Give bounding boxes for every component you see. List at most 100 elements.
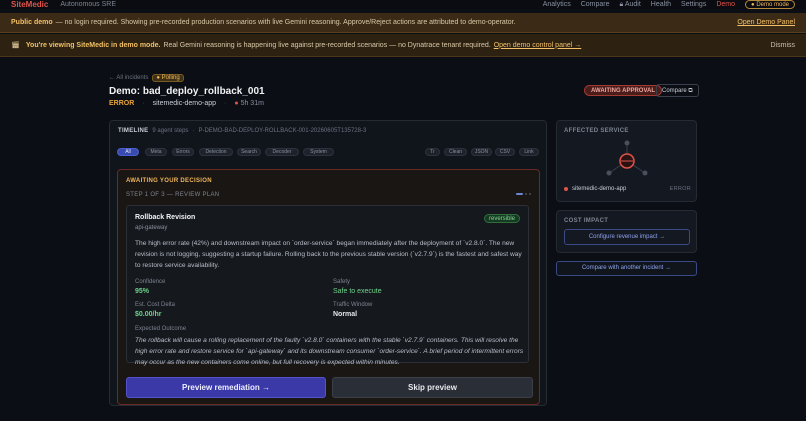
status-dot-icon xyxy=(564,187,568,191)
decision-label: AWAITING YOUR DECISION xyxy=(126,178,212,184)
top-nav: Analytics Compare 🔒︎ Audit Health Settin… xyxy=(543,0,795,9)
public-demo-bold: Public demo xyxy=(11,19,53,26)
compare-icon: ⧉ xyxy=(688,88,693,94)
compare-button-label: Compare xyxy=(662,88,687,94)
nav-settings[interactable]: Settings xyxy=(681,1,706,8)
severity-label: ERROR xyxy=(109,100,135,107)
plan-card: Rollback Revision api-gateway reversible… xyxy=(126,205,529,366)
nav-audit[interactable]: 🔒︎ Audit xyxy=(620,1,641,9)
cost-impact-label: COST IMPACT xyxy=(564,218,609,224)
filter-meta[interactable]: Meta xyxy=(145,148,167,156)
timeline-step-count: 9 agent steps xyxy=(152,128,189,134)
compare-button[interactable]: Compare ⧉ xyxy=(656,84,699,97)
nav-analytics[interactable]: Analytics xyxy=(543,1,571,8)
step-dot-active xyxy=(516,193,523,195)
nav-audit-label: Audit xyxy=(624,0,641,8)
confidence-label: Confidence xyxy=(135,279,166,285)
confidence-field: Confidence 95% xyxy=(135,279,165,295)
affected-service-label: AFFECTED SERVICE xyxy=(564,128,629,134)
filter-search[interactable]: Search xyxy=(237,148,261,156)
affected-service-row[interactable]: sitemedic-demo-app ERROR xyxy=(564,186,691,192)
nav-health[interactable]: Health xyxy=(651,1,671,8)
cost-delta-label: Est. Cost Delta xyxy=(135,302,176,308)
nav-demo[interactable]: Demo xyxy=(716,1,735,8)
public-demo-banner: Public demo — no login required. Showing… xyxy=(0,13,806,33)
skip-preview-button[interactable]: Skip preview xyxy=(332,377,533,398)
status-badge: AWAITING APPROVAL xyxy=(584,85,663,96)
tool-json[interactable]: JSON xyxy=(471,148,492,156)
polling-badge: ● Polling xyxy=(152,74,184,82)
safety-field: Safety Safe to execute xyxy=(333,279,382,295)
plan-target: api-gateway xyxy=(135,225,168,231)
step-dot xyxy=(529,193,531,195)
page-title: Demo: bad_deploy_rollback_001 xyxy=(109,86,265,97)
separator-dot-icon: · xyxy=(192,128,195,134)
brand-subtitle: Autonomous SRE xyxy=(60,1,116,8)
demo-mode-label: Demo mode xyxy=(756,2,789,8)
preview-remediation-button[interactable]: Preview remediation → xyxy=(126,377,326,398)
traffic-window-label: Traffic Window xyxy=(333,302,373,308)
dismiss-button[interactable]: Dismiss xyxy=(771,42,796,49)
status-dot-icon: ● xyxy=(751,2,755,8)
compare-another-incident-button[interactable]: Compare with another incident → xyxy=(556,261,697,276)
confidence-value: 95% xyxy=(135,288,150,295)
public-demo-text: — no login required. Showing pre-recorde… xyxy=(55,19,516,26)
step-dot xyxy=(525,193,527,195)
demo-mode-text: Real Gemini reasoning is happening live … xyxy=(163,41,491,49)
affected-service-status: ERROR xyxy=(669,186,691,192)
filter-decoder[interactable]: Decoder xyxy=(265,148,299,156)
demo-mode-banner: 🎬︎ You're viewing SiteMedic in demo mode… xyxy=(0,34,806,57)
configure-revenue-impact-button[interactable]: Configure revenue impact → xyxy=(564,229,690,245)
separator-dot-icon: · xyxy=(224,100,227,107)
safety-value: Safe to execute xyxy=(333,288,382,295)
incident-age: ● 5h 31m xyxy=(234,100,264,107)
cost-delta-value: $0.00/hr xyxy=(135,311,162,318)
timeline-filters: All Meta Errors Detection Search Decoder… xyxy=(117,148,541,157)
pulse-dot-icon: ● xyxy=(156,75,160,81)
downstream-node[interactable] xyxy=(606,170,612,176)
incident-age-value: 5h 31m xyxy=(240,100,264,107)
nav-compare[interactable]: Compare xyxy=(581,1,610,8)
expected-outcome-text: The rollback will cause a rolling replac… xyxy=(135,337,524,366)
tool-text[interactable]: Tr xyxy=(425,148,440,156)
all-incidents-link[interactable]: ← All incidents xyxy=(109,75,148,81)
breadcrumb: ← All incidents ● Polling xyxy=(109,74,184,82)
step-indicator xyxy=(516,193,531,195)
polling-label: Polling xyxy=(161,75,180,81)
tool-link[interactable]: Link xyxy=(519,148,539,156)
plan-description: The high error rate (42%) and downstream… xyxy=(135,240,522,270)
affected-service-panel: AFFECTED SERVICE sitemedic-demo-app ERRO… xyxy=(556,120,697,202)
tool-clean[interactable]: Clean xyxy=(444,148,467,156)
decision-card: AWAITING YOUR DECISION STEP 1 OF 3 — REV… xyxy=(117,169,540,405)
filter-all[interactable]: All xyxy=(117,148,139,156)
clapper-icon: 🎬︎ xyxy=(11,42,20,49)
safety-label: Safety xyxy=(333,279,351,285)
top-nav-bar: SiteMedic Autonomous SRE Analytics Compa… xyxy=(0,0,806,9)
demo-control-panel-link[interactable]: Open demo control panel → xyxy=(494,42,582,49)
separator-dot-icon: · xyxy=(142,100,145,107)
lock-icon: 🔒︎ xyxy=(619,0,624,8)
traffic-window-field: Traffic Window Normal xyxy=(333,302,372,318)
filter-system[interactable]: System xyxy=(303,148,334,156)
demo-mode-pill[interactable]: ● Demo mode xyxy=(745,0,795,9)
incident-meta: ERROR · sitemedic-demo-app · ● 5h 31m xyxy=(109,100,264,107)
plan-title: Rollback Revision xyxy=(135,214,196,221)
filter-detection[interactable]: Detection xyxy=(199,148,233,156)
upstream-node[interactable] xyxy=(624,140,630,146)
open-demo-panel-link[interactable]: Open Demo Panel xyxy=(737,19,795,26)
traffic-window-value: Normal xyxy=(333,311,358,318)
reversible-badge: reversible xyxy=(483,214,520,223)
timeline-label: TIMELINE xyxy=(118,128,149,134)
timeline-run-id: P-DEMO-BAD-DEPLOY-ROLLBACK-001-20260605T… xyxy=(198,128,367,134)
tool-csv[interactable]: CSV xyxy=(495,148,515,156)
filter-errors[interactable]: Errors xyxy=(172,148,194,156)
brand-logo[interactable]: SiteMedic xyxy=(11,0,48,9)
decision-step: STEP 1 OF 3 — REVIEW PLAN xyxy=(126,192,220,198)
downstream-node[interactable] xyxy=(642,170,648,176)
cost-impact-panel: COST IMPACT Configure revenue impact → xyxy=(556,210,697,253)
timeline-header: TIMELINE 9 agent steps · P-DEMO-BAD-DEPL… xyxy=(118,128,366,134)
expected-outcome-label: Expected Outcome xyxy=(135,326,187,332)
demo-mode-bold: You're viewing SiteMedic in demo mode. xyxy=(25,41,161,49)
status-dot-icon: ● xyxy=(234,100,239,107)
service-graph xyxy=(606,140,648,176)
